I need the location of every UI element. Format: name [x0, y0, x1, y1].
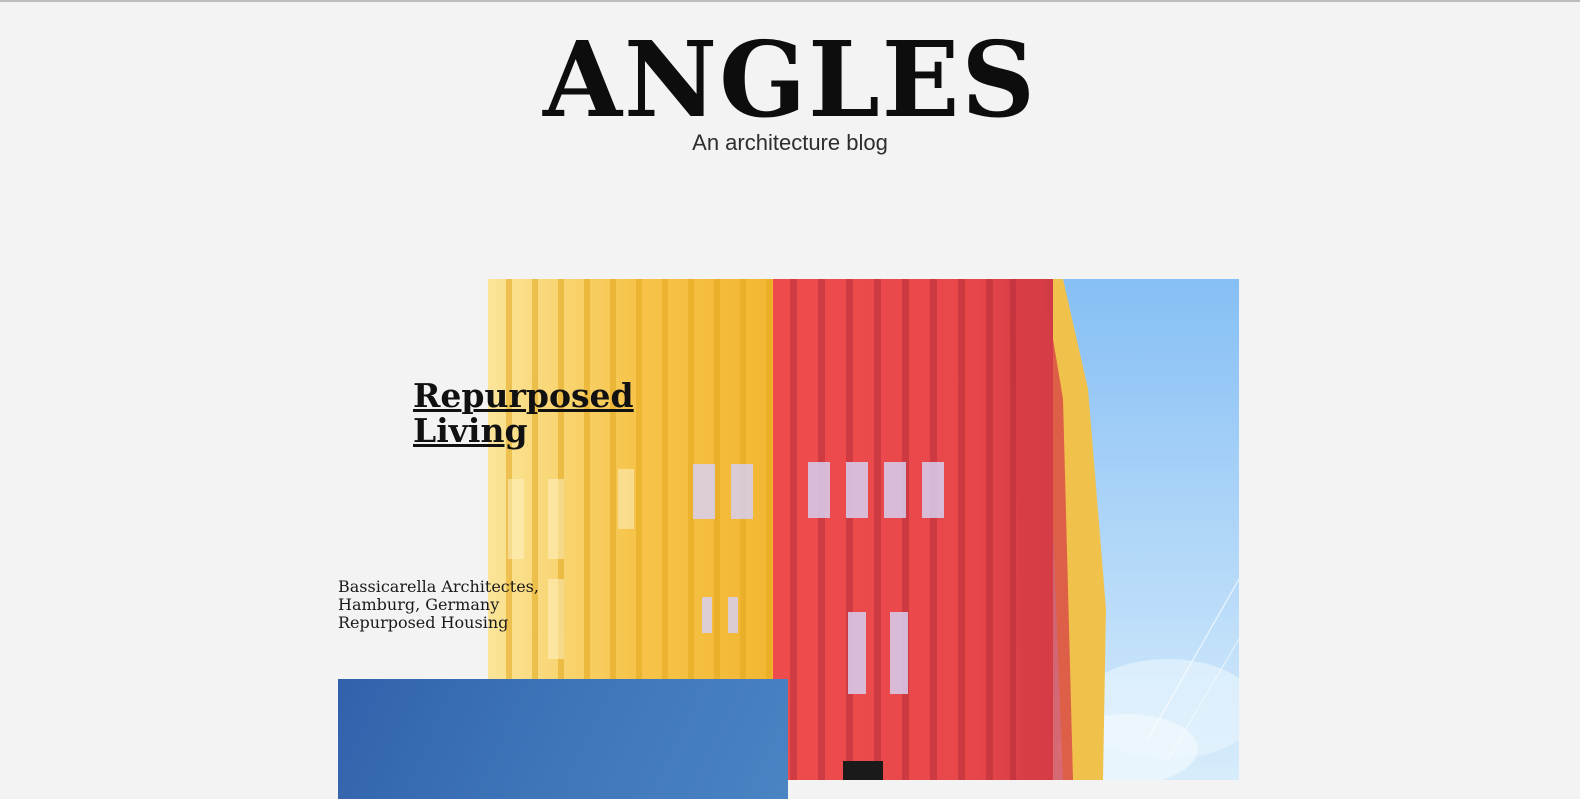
post-category: Repurposed Housing: [338, 613, 509, 632]
next-post-image[interactable]: [338, 679, 788, 799]
site-title[interactable]: ANGLES: [16, 22, 1564, 138]
site-tagline: An architecture blog: [692, 130, 888, 155]
featured-post-meta: Bassicarella Architectes, Hamburg, Germa…: [338, 578, 578, 632]
featured-post-title[interactable]: Repurposed Living: [413, 378, 653, 448]
post-location: Hamburg, Germany: [338, 595, 500, 614]
top-border: [0, 0, 1580, 2]
post-architect: Bassicarella Architectes,: [338, 577, 539, 596]
featured-post-link[interactable]: Repurposed Living: [413, 376, 634, 450]
